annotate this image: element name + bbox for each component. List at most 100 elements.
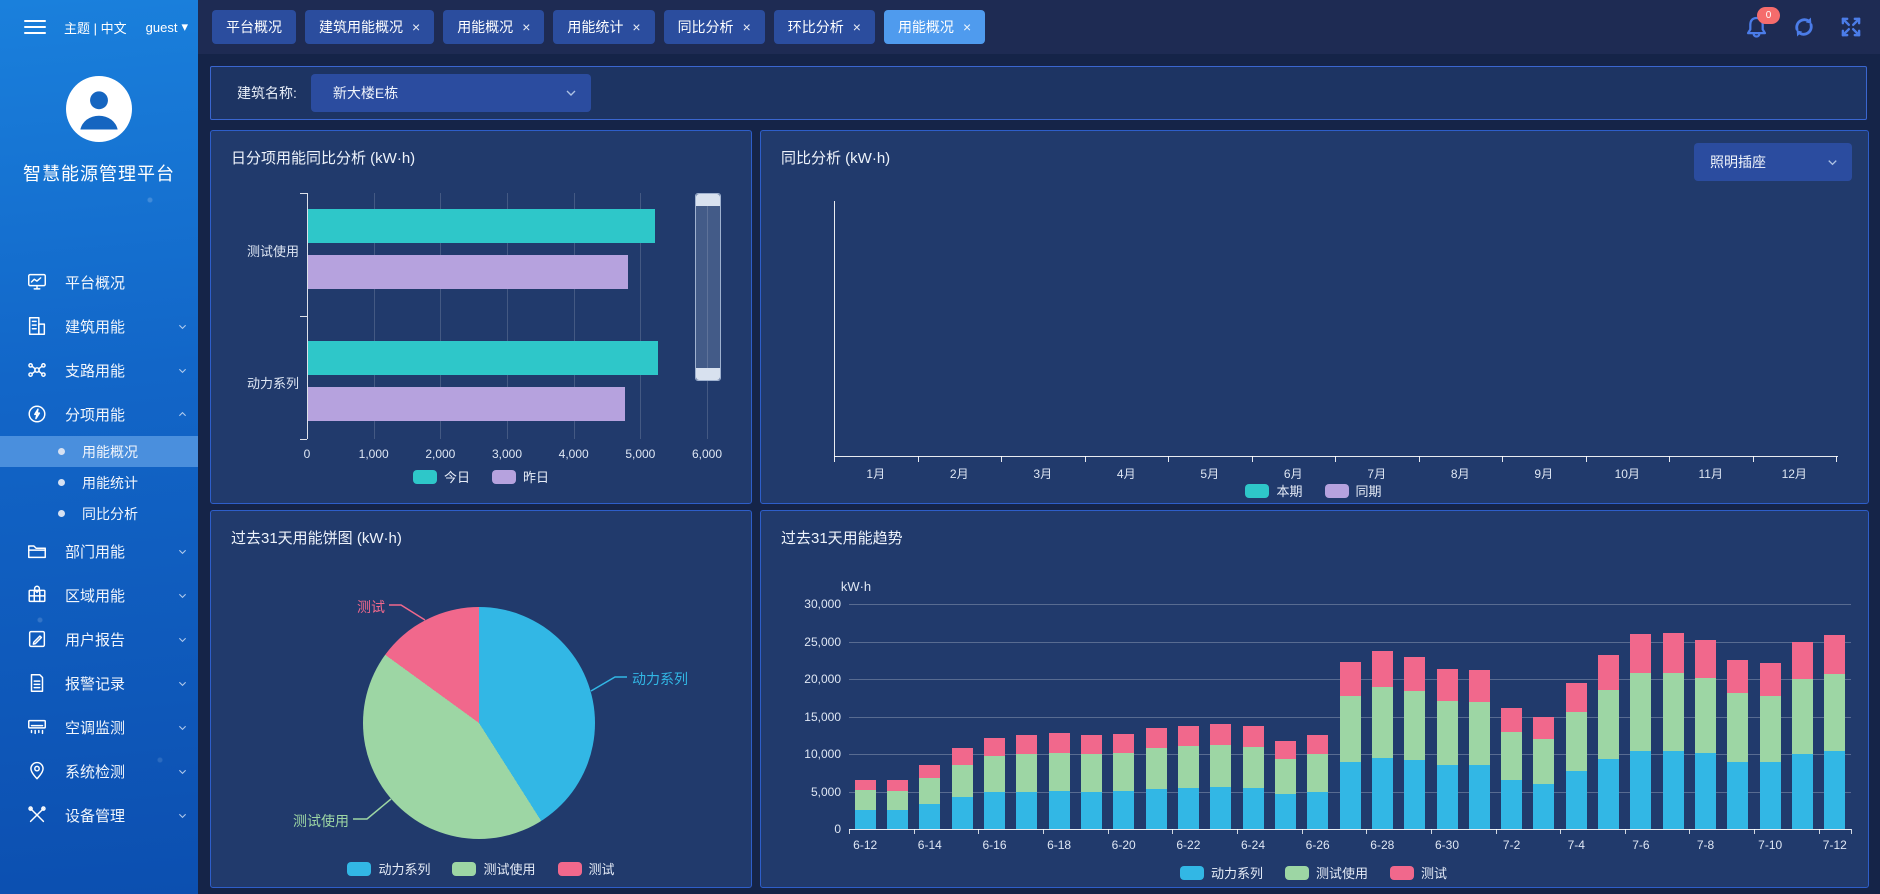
tab-用能统计[interactable]: 用能统计× <box>553 10 654 44</box>
bar-segment-动力系列 <box>1727 762 1748 830</box>
tab-close-icon[interactable]: × <box>412 19 420 35</box>
sidebar-item-部门用能[interactable]: 部门用能 <box>0 529 198 573</box>
bar-segment-动力系列 <box>984 792 1005 829</box>
sidebar-item-报警记录[interactable]: 报警记录 <box>0 661 198 705</box>
x-tick-label: 6-28 <box>1357 838 1407 852</box>
sidebar-subitem-用能概况[interactable]: 用能概况 <box>0 436 198 467</box>
legend-item-测试[interactable]: 测试 <box>1390 863 1447 882</box>
legend-item-测试使用[interactable]: 测试使用 <box>452 859 535 878</box>
sidebar-menu: 平台概况建筑用能支路用能分项用能用能概况用能统计同比分析部门用能区域用能用户报告… <box>0 260 198 837</box>
tab-close-icon[interactable]: × <box>743 19 751 35</box>
x-tick-label: 2,000 <box>410 447 470 461</box>
tab-同比分析[interactable]: 同比分析 × <box>664 10 765 44</box>
user-menu[interactable]: guest ▾ <box>146 0 188 54</box>
tab-bar: 平台概况建筑用能概况×用能概况×用能统计×同比分析×环比分析×用能概况× <box>212 10 985 44</box>
theme-language-switcher[interactable]: 主题 | 中文 <box>64 18 127 37</box>
sidebar-item-分项用能[interactable]: 分项用能 <box>0 392 198 436</box>
bar-segment-动力系列 <box>1340 762 1361 829</box>
legend-item-昨日[interactable]: 昨日 <box>492 467 549 486</box>
panel-title: 过去31天用能饼图 (kW·h) <box>231 527 402 548</box>
legend-item-动力系列[interactable]: 动力系列 <box>1180 863 1263 882</box>
axis-tick <box>1419 456 1420 462</box>
sidebar-item-平台概况[interactable]: 平台概况 <box>0 260 198 304</box>
axis-tick <box>1335 456 1336 462</box>
sidebar-subitem-用能统计[interactable]: 用能统计 <box>0 467 198 498</box>
legend-item-同期[interactable]: 同期 <box>1325 481 1382 500</box>
tab-label: 同比分析 <box>678 17 734 37</box>
category-select-value: 照明插座 <box>1710 152 1766 172</box>
platform-title: 智慧能源管理平台 <box>0 160 198 186</box>
notification-bell-icon[interactable]: 0 <box>1743 14 1770 41</box>
chevron-up-icon <box>175 407 190 422</box>
daily-subitem-bar-chart: 测试使用动力系列01,0002,0003,0004,0005,0006,000今… <box>211 131 751 503</box>
sidebar-item-label: 报警记录 <box>65 673 125 694</box>
tab-建筑用能概况[interactable]: 建筑用能概况× <box>305 10 434 44</box>
legend-swatch <box>1325 484 1349 498</box>
legend-label: 测试使用 <box>1316 863 1368 882</box>
x-tick-label: 3月 <box>1013 465 1073 482</box>
bar-segment-测试使用 <box>1372 687 1393 758</box>
bar-segment-测试使用 <box>1081 754 1102 792</box>
legend-item-测试[interactable]: 测试 <box>558 859 615 878</box>
bar-segment-测试 <box>919 765 940 778</box>
datazoom-handle-top[interactable] <box>696 194 720 206</box>
legend-item-今日[interactable]: 今日 <box>413 467 470 486</box>
axis-tick <box>300 193 307 194</box>
tab-用能概况[interactable]: 用能概况× <box>443 10 544 44</box>
bar-segment-测试使用 <box>1598 690 1619 760</box>
x-tick-label: 6月 <box>1263 465 1323 482</box>
sidebar-item-区域用能[interactable]: 区域用能 <box>0 573 198 617</box>
legend-item-本期[interactable]: 本期 <box>1245 481 1302 500</box>
sidebar-subitem-同比分析[interactable]: 同比分析 <box>0 498 198 529</box>
sidebar-item-设备管理[interactable]: 设备管理 <box>0 793 198 837</box>
datazoom-slider[interactable] <box>695 193 721 381</box>
tab-用能概况[interactable]: 用能概况× <box>884 10 985 44</box>
bar-segment-动力系列 <box>1016 792 1037 830</box>
tab-close-icon[interactable]: × <box>632 19 640 35</box>
hamburger-menu-icon[interactable] <box>24 16 46 38</box>
datazoom-handle-bottom[interactable] <box>696 368 720 380</box>
bar-segment-动力系列 <box>1307 792 1328 830</box>
tab-close-icon[interactable]: × <box>522 19 530 35</box>
legend-item-动力系列[interactable]: 动力系列 <box>347 859 430 878</box>
tab-平台概况[interactable]: 平台概况 <box>212 10 296 44</box>
bar-segment-测试 <box>1340 662 1361 696</box>
x-tick-label: 7-2 <box>1487 838 1537 852</box>
building-name-label: 建筑名称: <box>237 83 297 103</box>
bar-segment-测试 <box>984 738 1005 756</box>
x-tick-label: 0 <box>277 447 337 461</box>
bar-segment-测试使用 <box>1146 748 1167 789</box>
fullscreen-icon[interactable] <box>1838 14 1864 40</box>
tab-close-icon[interactable]: × <box>963 19 971 35</box>
legend-item-测试使用[interactable]: 测试使用 <box>1285 863 1368 882</box>
legend-swatch <box>492 470 516 484</box>
bar-segment-动力系列 <box>887 810 908 829</box>
device-manage-icon <box>26 804 48 826</box>
bar-segment-动力系列 <box>1146 789 1167 830</box>
y-tick-label: 30,000 <box>771 597 841 611</box>
refresh-icon[interactable] <box>1790 13 1818 41</box>
bar-segment-动力系列 <box>1437 765 1458 830</box>
sidebar-item-系统检测[interactable]: 系统检测 <box>0 749 198 793</box>
bar-segment-测试使用 <box>855 790 876 810</box>
sidebar-item-空调监测[interactable]: 空调监测 <box>0 705 198 749</box>
x-tick-label: 5月 <box>1180 465 1240 482</box>
sidebar-item-支路用能[interactable]: 支路用能 <box>0 348 198 392</box>
sidebar-header: 主题 | 中文 guest ▾ <box>0 0 198 54</box>
building-select[interactable]: 新大楼E栋 <box>311 74 591 112</box>
panel-title: 同比分析 (kW·h) <box>781 147 890 168</box>
category-select[interactable]: 照明插座 <box>1694 143 1852 181</box>
tab-环比分析[interactable]: 环比分析× <box>774 10 875 44</box>
sidebar-subitem-label: 用能概况 <box>82 442 138 462</box>
sidebar-item-用户报告[interactable]: 用户报告 <box>0 617 198 661</box>
dashboard-icon <box>26 271 48 293</box>
bar-segment-动力系列 <box>1501 780 1522 829</box>
tab-close-icon[interactable]: × <box>853 19 861 35</box>
sidebar-item-label: 支路用能 <box>65 360 125 381</box>
bar-segment-测试 <box>1792 642 1813 680</box>
panel-trend-31days: 过去31天用能趋势 30,00025,00020,00015,00010,000… <box>760 510 1869 888</box>
sidebar-item-建筑用能[interactable]: 建筑用能 <box>0 304 198 348</box>
bar-segment-动力系列 <box>1178 788 1199 829</box>
x-tick-label: 2月 <box>929 465 989 482</box>
bar-segment-测试使用 <box>1437 701 1458 765</box>
